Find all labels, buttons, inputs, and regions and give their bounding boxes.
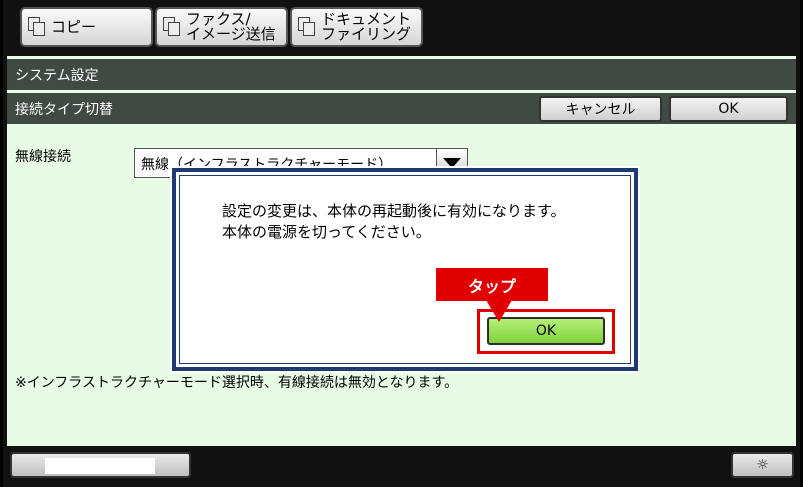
page-title: システム設定: [7, 59, 796, 90]
fax-send-icon: [163, 17, 181, 37]
tap-callout-arrow: [486, 300, 512, 322]
job-status-button[interactable]: [10, 452, 191, 478]
ok-button-header[interactable]: OK: [669, 96, 788, 122]
copy-icon: [28, 17, 46, 37]
tab-document-filing[interactable]: ドキュメント ファイリング: [290, 7, 423, 47]
brightness-icon: ☼: [756, 457, 769, 473]
tab-fax-label: ファクス/ イメージ送信: [186, 12, 276, 42]
dialog-message-line1: 設定の変更は、本体の再起動後に有効になります。: [222, 202, 566, 220]
wireless-connection-label: 無線接続: [15, 149, 71, 165]
document-filing-icon: [298, 17, 316, 37]
subtitle-text: 接続タイプ切替: [15, 101, 113, 118]
tab-copy-label: コピー: [51, 17, 97, 36]
tab-fax-label-line2: イメージ送信: [186, 25, 276, 43]
tab-fax-image-send[interactable]: ファクス/ イメージ送信: [155, 7, 288, 47]
dialog-message: 設定の変更は、本体の再起動後に有効になります。 本体の電源を切ってください。: [222, 201, 566, 243]
cancel-button[interactable]: キャンセル: [539, 96, 662, 122]
tab-copy[interactable]: コピー: [20, 7, 153, 47]
tab-filing-label: ドキュメント ファイリング: [321, 12, 411, 42]
job-status-display: [45, 458, 155, 474]
brightness-button[interactable]: ☼: [731, 452, 794, 478]
tap-callout: タップ: [436, 268, 548, 301]
dialog-message-line2: 本体の電源を切ってください。: [222, 223, 431, 241]
infrastructure-mode-note: ※インフラストラクチャーモード選択時、有線接続は無効となります。: [15, 375, 459, 391]
tab-filing-label-line2: ファイリング: [321, 25, 412, 43]
